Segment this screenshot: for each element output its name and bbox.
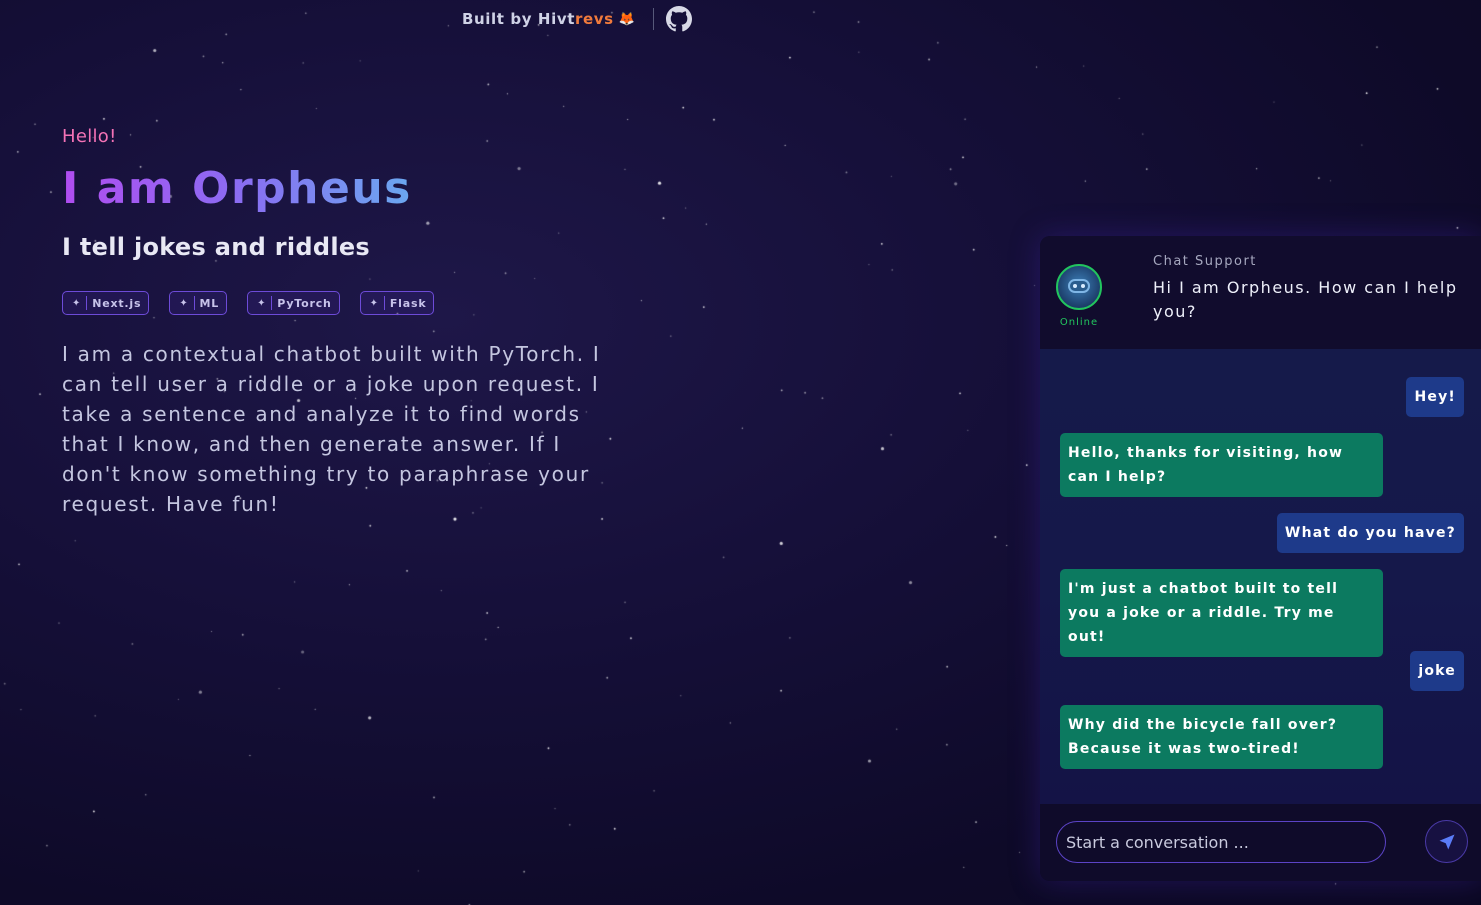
chat-header: Online Chat Support Hi I am Orpheus. How…	[1040, 236, 1481, 349]
sparkle-icon: ✦	[257, 297, 267, 309]
top-credit-bar: Built by Hivtrevs 🦊	[462, 6, 692, 32]
badge-ml: ✦ ML	[169, 291, 228, 315]
badge-label: Flask	[389, 296, 427, 310]
badge-label: Next.js	[92, 296, 142, 310]
user-message: Hey!	[1406, 377, 1464, 417]
send-button[interactable]	[1425, 820, 1468, 863]
sparkle-icon: ✦	[179, 297, 189, 309]
bot-message: Hello, thanks for visiting, how can I he…	[1060, 433, 1383, 497]
divider	[652, 8, 654, 30]
bot-message: Why did the bicycle fall over? Because i…	[1060, 705, 1383, 769]
send-icon	[1439, 834, 1454, 849]
chat-title: Chat Support	[1153, 254, 1257, 269]
badge-label: ML	[199, 296, 220, 310]
badge-pytorch: ✦ PyTorch	[247, 291, 340, 315]
bot-avatar-group: Online	[1056, 264, 1102, 328]
chat-greeting: Hi I am Orpheus. How can I help you?	[1153, 278, 1458, 321]
message-list[interactable]: Hey! Hello, thanks for visiting, how can…	[1040, 349, 1481, 804]
hero-section: Hello! I am Orpheus I tell jokes and rid…	[62, 126, 622, 519]
github-icon[interactable]	[665, 6, 692, 32]
user-message: joke	[1410, 651, 1464, 691]
built-by-credit[interactable]: Built by Hivtrevs	[462, 10, 614, 28]
fox-icon: 🦊	[618, 11, 635, 27]
page-title: I am Orpheus	[62, 163, 412, 214]
chat-widget: Online Chat Support Hi I am Orpheus. How…	[1040, 236, 1481, 881]
status-badge: Online	[1059, 317, 1099, 328]
badge-nextjs: ✦ Next.js	[62, 291, 150, 315]
sparkle-icon: ✦	[72, 297, 82, 309]
user-message: What do you have?	[1276, 513, 1464, 553]
robot-icon	[1068, 279, 1090, 293]
badge-label: PyTorch	[277, 296, 332, 310]
badge-flask: ✦ Flask	[359, 291, 435, 315]
bot-message: I'm just a chatbot built to tell you a j…	[1060, 569, 1383, 657]
description: I am a contextual chatbot built with PyT…	[62, 342, 601, 516]
avatar	[1056, 264, 1102, 310]
chat-footer	[1040, 804, 1481, 881]
tech-badges: ✦ Next.js ✦ ML ✦ PyTorch ✦ Flask	[62, 291, 622, 315]
tagline: I tell jokes and riddles	[62, 233, 371, 261]
hello-greeting: Hello!	[62, 126, 117, 147]
message-input[interactable]	[1056, 821, 1386, 863]
sparkle-icon: ✦	[369, 297, 379, 309]
